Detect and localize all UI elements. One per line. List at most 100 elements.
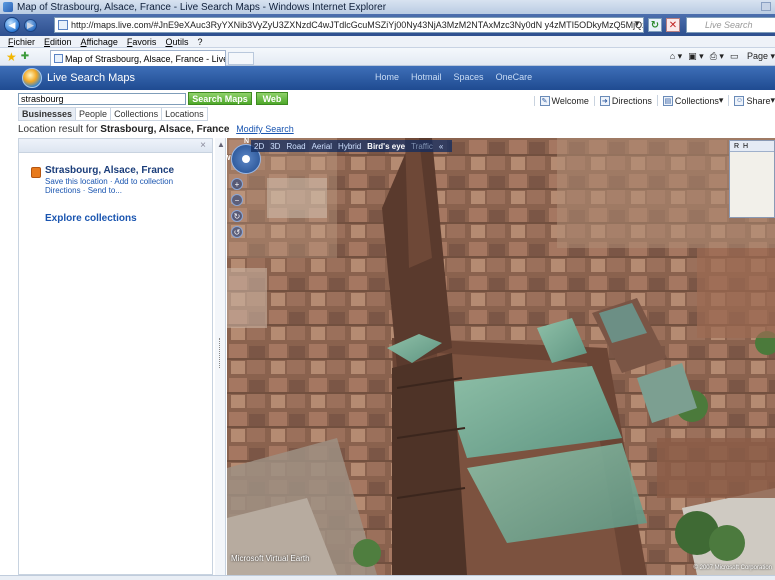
location-name: Strasbourg, Alsace, France bbox=[100, 124, 230, 135]
print-icon[interactable]: ⎙ ▾ bbox=[710, 51, 724, 62]
add-favorite-icon[interactable]: ✚ bbox=[21, 51, 29, 62]
live-search-input[interactable]: Live Search bbox=[686, 17, 775, 33]
mode-road[interactable]: Road bbox=[286, 142, 305, 151]
directions-button[interactable]: ➜ Directions bbox=[593, 95, 652, 106]
map-copyright: © 2007 Microsoft Corporation bbox=[693, 565, 772, 571]
result-links-2: Directions · Send to... bbox=[45, 186, 122, 195]
mode-birds-eye[interactable]: Bird's eye bbox=[367, 142, 405, 151]
add-collection-link[interactable]: Add to collection bbox=[114, 177, 173, 186]
window-title: Map of Strasbourg, Alsace, France - Live… bbox=[17, 1, 387, 13]
result-title[interactable]: Strasbourg, Alsace, France bbox=[45, 165, 174, 176]
share-button[interactable]: ☺ Share ▾ bbox=[728, 95, 775, 106]
mode-aerial[interactable]: Aerial bbox=[312, 142, 332, 151]
window-controls[interactable] bbox=[761, 2, 771, 11]
welcome-label: Welcome bbox=[551, 95, 589, 106]
chevron-up-icon[interactable]: ▲ bbox=[217, 140, 225, 149]
web-button[interactable]: Web bbox=[256, 92, 288, 105]
map-toolbar: ✎ Welcome ➜ Directions ▤ Collections ▾ ☺ Shar… bbox=[529, 95, 775, 106]
menu-help[interactable]: ? bbox=[197, 37, 202, 47]
mini-map-tab-road[interactable]: R bbox=[734, 143, 739, 150]
link-spaces[interactable]: Spaces bbox=[454, 72, 484, 82]
link-onecare[interactable]: OneCare bbox=[496, 72, 533, 82]
mini-map-tab-hybrid[interactable]: H bbox=[743, 143, 748, 150]
address-bar-row: ◀ ▶ http://maps.live.com/#JnE9eXAuc3RyYX… bbox=[0, 14, 775, 36]
close-icon[interactable]: × bbox=[200, 140, 206, 151]
splitter-grip[interactable] bbox=[219, 338, 221, 368]
forward-button[interactable]: ▶ bbox=[24, 18, 37, 32]
aerial-image bbox=[227, 138, 775, 575]
collections-icon: ▤ bbox=[662, 95, 673, 106]
map-view[interactable]: N W + − ↻ ↺ 2D 3D Road Aerial Hybrid Bir… bbox=[227, 138, 775, 575]
search-maps-button[interactable]: Search Maps bbox=[188, 92, 252, 105]
status-bar bbox=[0, 575, 775, 580]
result-links: Save this location · Add to collection bbox=[45, 177, 174, 186]
rotate-icon[interactable]: ↻ bbox=[231, 210, 243, 222]
rotate-back-icon[interactable]: ↺ bbox=[231, 226, 243, 238]
menu-bar: Fichier Edition Affichage Favoris Outils… bbox=[0, 36, 775, 48]
new-tab-button[interactable] bbox=[228, 52, 254, 65]
compass-north: N bbox=[244, 138, 250, 145]
zoom-controls: + − ↻ ↺ bbox=[231, 178, 245, 242]
welcome-icon: ✎ bbox=[539, 95, 550, 106]
browser-window: Map of Strasbourg, Alsace, France - Live… bbox=[0, 0, 775, 580]
search-row: strasbourg Search Maps Web Businesses Pe… bbox=[0, 90, 775, 121]
favorites-star-icon[interactable]: ★ bbox=[6, 50, 17, 64]
page-menu-label: Page bbox=[746, 51, 768, 61]
collapse-icon[interactable]: « bbox=[439, 142, 443, 151]
back-button[interactable]: ◀ bbox=[4, 17, 20, 33]
share-icon: ☺ bbox=[734, 95, 745, 106]
stop-icon[interactable]: ✕ bbox=[666, 18, 680, 32]
menu-fichier[interactable]: Fichier bbox=[8, 37, 35, 47]
compass-center[interactable] bbox=[242, 155, 250, 163]
search-input[interactable]: strasbourg bbox=[18, 93, 186, 105]
tab-businesses[interactable]: Businesses bbox=[18, 107, 77, 121]
menu-outils[interactable]: Outils bbox=[165, 37, 188, 47]
feeds-icon[interactable]: ▣ ▾ bbox=[688, 51, 704, 62]
page-menu[interactable]: ▭ Page ▾ bbox=[730, 51, 775, 62]
refresh-icon[interactable]: ↻ bbox=[648, 18, 662, 32]
home-icon[interactable]: ⌂ ▾ bbox=[670, 51, 682, 62]
live-logo-icon bbox=[22, 68, 42, 88]
save-location-link[interactable]: Save this location bbox=[45, 177, 108, 186]
tab-collections[interactable]: Collections bbox=[111, 107, 163, 121]
menu-affichage[interactable]: Affichage bbox=[81, 37, 118, 47]
page-icon bbox=[54, 54, 63, 63]
panel-splitter[interactable]: ▲ bbox=[215, 138, 226, 575]
zoom-in-icon[interactable]: + bbox=[231, 178, 243, 190]
tab-locations[interactable]: Locations bbox=[162, 107, 208, 121]
mini-map-tabs: R H bbox=[730, 141, 774, 152]
link-hotmail[interactable]: Hotmail bbox=[411, 72, 442, 82]
location-line: Location result for Strasbourg, Alsace, … bbox=[18, 124, 294, 135]
zoom-out-icon[interactable]: − bbox=[231, 194, 243, 206]
browser-tab[interactable]: Map of Strasbourg, Alsace, France - Live… bbox=[50, 50, 226, 66]
send-to-link[interactable]: Send to... bbox=[88, 186, 122, 195]
title-bar: Map of Strasbourg, Alsace, France - Live… bbox=[0, 0, 775, 14]
explore-collections-link[interactable]: Explore collections bbox=[45, 213, 137, 224]
results-panel: × Strasbourg, Alsace, France Save this l… bbox=[18, 138, 213, 575]
collections-button[interactable]: ▤ Collections ▾ bbox=[656, 95, 723, 106]
directions-icon: ➜ bbox=[599, 95, 610, 106]
link-home[interactable]: Home bbox=[375, 72, 399, 82]
mode-traffic[interactable]: Traffic bbox=[411, 142, 433, 151]
panel-header: × bbox=[19, 139, 212, 153]
top-links: Home Hotmail Spaces OneCare bbox=[375, 72, 544, 82]
address-field[interactable]: http://maps.live.com/#JnE9eXAuc3RyYXNib3… bbox=[54, 17, 644, 33]
tab-people[interactable]: People bbox=[76, 107, 112, 121]
menu-favoris[interactable]: Favoris bbox=[127, 37, 157, 47]
command-bar: ⌂ ▾ ▣ ▾ ⎙ ▾ ▭ Page ▾ bbox=[664, 51, 775, 62]
site-name: Live Search Maps bbox=[47, 72, 136, 84]
mode-2d[interactable]: 2D bbox=[254, 142, 264, 151]
directions-link[interactable]: Directions bbox=[45, 186, 81, 195]
mini-map[interactable]: R H bbox=[729, 140, 775, 218]
compass-west: W bbox=[227, 155, 231, 162]
chevron-down-icon[interactable]: ▼ bbox=[633, 19, 641, 28]
menu-edition[interactable]: Edition bbox=[44, 37, 72, 47]
mode-hybrid[interactable]: Hybrid bbox=[338, 142, 361, 151]
directions-label: Directions bbox=[611, 95, 652, 106]
collections-label: Collections bbox=[674, 95, 719, 106]
favorites-bar: ★ ✚ Map of Strasbourg, Alsace, France - … bbox=[0, 48, 775, 66]
site-header: Live Search Maps Home Hotmail Spaces One… bbox=[0, 66, 775, 90]
modify-search-link[interactable]: Modify Search bbox=[236, 124, 294, 134]
mode-3d[interactable]: 3D bbox=[270, 142, 280, 151]
welcome-button[interactable]: ✎ Welcome bbox=[533, 95, 589, 106]
